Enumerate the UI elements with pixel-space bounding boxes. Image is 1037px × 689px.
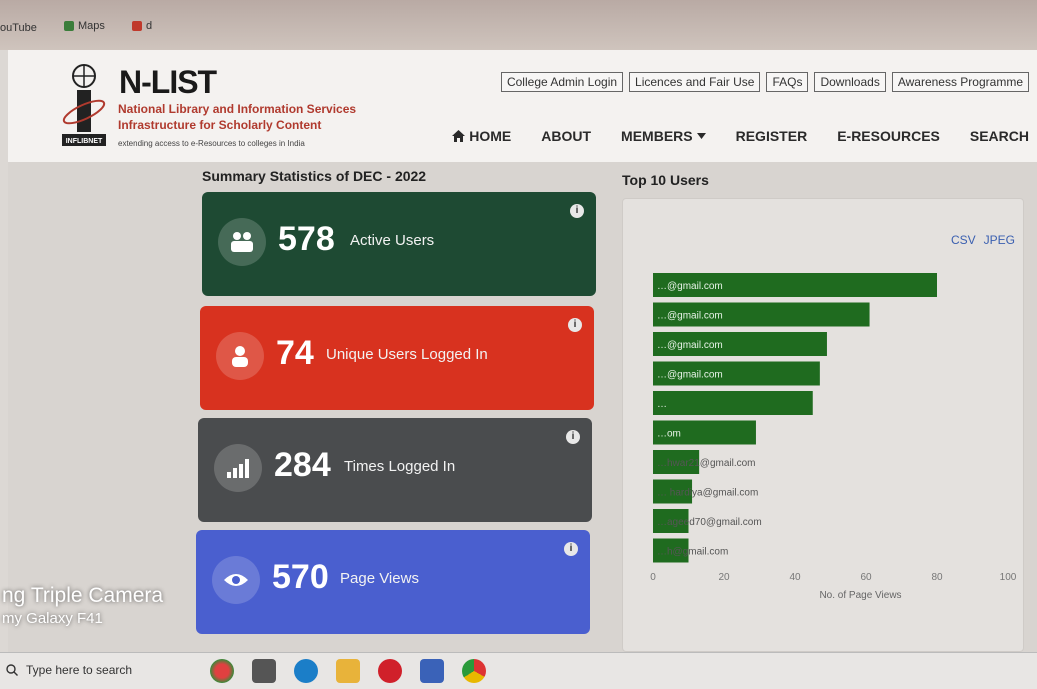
nav-eresources[interactable]: E-RESOURCES (837, 128, 940, 144)
nav-members[interactable]: MEMBERS (621, 128, 706, 144)
eye-icon (212, 556, 260, 604)
bar-label-user-9: …ageed70@gmail.com (657, 517, 762, 528)
bookmark-youtube[interactable]: ouTube (0, 22, 49, 34)
brand-subtitle-1: National Library and Information Service… (118, 102, 357, 116)
stat-card-times-logged-in[interactable]: 284 Times Logged In i (198, 418, 592, 522)
bar-label-user-10: …h@gmail.com (657, 547, 728, 558)
stat-card-unique-users[interactable]: 74 Unique Users Logged In i (200, 306, 594, 410)
signal-icon (214, 444, 262, 492)
inflibnet-logo[interactable]: INFLIBNET (60, 62, 120, 150)
top-users-title: Top 10 Users (622, 172, 709, 188)
x-tick-20: 20 (718, 572, 730, 583)
bar-label-user-6: …om (657, 429, 681, 440)
opera-icon[interactable] (378, 659, 402, 683)
maps-icon (63, 21, 74, 31)
export-links: CSV JPEG (951, 233, 1015, 247)
stat-value: 74 (276, 334, 314, 372)
users-icon (218, 218, 266, 266)
content-area: Summary Statistics of DEC - 2022 Top 10 … (8, 162, 1037, 652)
brand-subtitle-2: Infrastructure for Scholarly Content (118, 118, 322, 132)
nav-register[interactable]: REGISTER (736, 128, 808, 144)
bar-label-user-7: …hwar21@gmail.com (657, 458, 756, 469)
stat-value: 570 (272, 558, 329, 596)
bookmarks-bar: ouTube Maps d (0, 0, 1037, 50)
summary-title: Summary Statistics of DEC - 2022 (202, 168, 427, 184)
bar-label-user-4: …@gmail.com (657, 370, 723, 381)
stat-label: Active Users (350, 232, 435, 249)
main-nav: HOME ABOUT MEMBERS REGISTER E-RESOURCES … (452, 128, 1029, 144)
edge-icon[interactable] (294, 659, 318, 683)
x-tick-80: 80 (931, 572, 943, 583)
top-links: College Admin Login Licences and Fair Us… (500, 72, 1029, 92)
stat-card-active-users[interactable]: 578 Active Users i (202, 192, 596, 296)
x-tick-40: 40 (789, 572, 801, 583)
licences-link[interactable]: Licences and Fair Use (629, 72, 761, 92)
stat-card-page-views[interactable]: 570 Page Views i (196, 530, 590, 634)
stat-label: Unique Users Logged In (326, 346, 488, 363)
export-jpeg-link[interactable]: JPEG (984, 233, 1015, 247)
info-icon[interactable]: i (564, 542, 578, 556)
downloads-link[interactable]: Downloads (814, 72, 886, 92)
stat-label: Page Views (340, 570, 419, 587)
search-icon (6, 664, 18, 676)
site-header: INFLIBNET N-LIST National Library and In… (8, 50, 1037, 163)
flower-app-icon[interactable] (210, 659, 234, 683)
nav-search[interactable]: SEARCH (970, 128, 1029, 144)
brand-title: N-LIST (119, 64, 217, 100)
export-csv-link[interactable]: CSV (951, 233, 976, 247)
taskbar-icons (210, 659, 486, 683)
caret-down-icon (696, 133, 706, 139)
bar-user-5[interactable] (653, 391, 813, 415)
file-explorer-icon[interactable] (336, 659, 360, 683)
watermark-line-1: ng Triple Camera (2, 584, 164, 607)
home-icon (452, 130, 466, 142)
taskbar: Type here to search (0, 652, 1037, 689)
bookmark-maps[interactable]: Maps (63, 20, 117, 32)
brand-tagline: extending access to e-Resources to colle… (118, 139, 305, 148)
stat-value: 284 (274, 446, 331, 484)
stat-label: Times Logged In (344, 458, 456, 475)
info-icon[interactable]: i (570, 204, 584, 218)
college-admin-login-link[interactable]: College Admin Login (500, 72, 624, 92)
bar-label-user-2: …@gmail.com (657, 311, 723, 322)
bar-label-user-5: … (657, 399, 667, 410)
info-icon[interactable]: i (568, 318, 582, 332)
gmail-icon (131, 21, 142, 31)
stat-value: 578 (278, 220, 335, 258)
x-tick-100: 100 (1000, 572, 1017, 583)
x-tick-60: 60 (860, 572, 872, 583)
info-icon[interactable]: i (566, 430, 580, 444)
bar-label-user-8: … hardiya@gmail.com (657, 488, 758, 499)
x-tick-0: 0 (650, 572, 656, 583)
watermark-line-2: my Galaxy F41 (2, 610, 103, 627)
user-icon (216, 332, 264, 380)
taskbar-search-placeholder: Type here to search (26, 663, 133, 677)
nav-home[interactable]: HOME (452, 128, 511, 144)
chrome-icon[interactable] (462, 659, 486, 683)
awareness-programme-link[interactable]: Awareness Programme (891, 72, 1029, 92)
camera-watermark: ng Triple Camera my Galaxy F41 (2, 584, 163, 627)
bookmark-gmail[interactable]: d (131, 20, 164, 32)
top-users-bar-chart: …@gmail.com …@gmail.com …@gmail.com …@gmail… (650, 273, 1017, 601)
x-axis-title: No. of Page Views (819, 590, 901, 601)
nav-about[interactable]: ABOUT (541, 128, 591, 144)
task-view-icon[interactable] (252, 659, 276, 683)
bar-label-user-3: …@gmail.com (657, 340, 723, 351)
svg-text:INFLIBNET: INFLIBNET (66, 138, 103, 145)
faqs-link[interactable]: FAQs (766, 72, 809, 92)
taskbar-search[interactable]: Type here to search (0, 655, 200, 685)
top-users-chart-panel: CSV JPEG …@gmail.com …@gmail.com …@gmail.c… (622, 198, 1024, 652)
store-icon[interactable] (420, 659, 444, 683)
bar-label-user-1: …@gmail.com (657, 281, 723, 292)
